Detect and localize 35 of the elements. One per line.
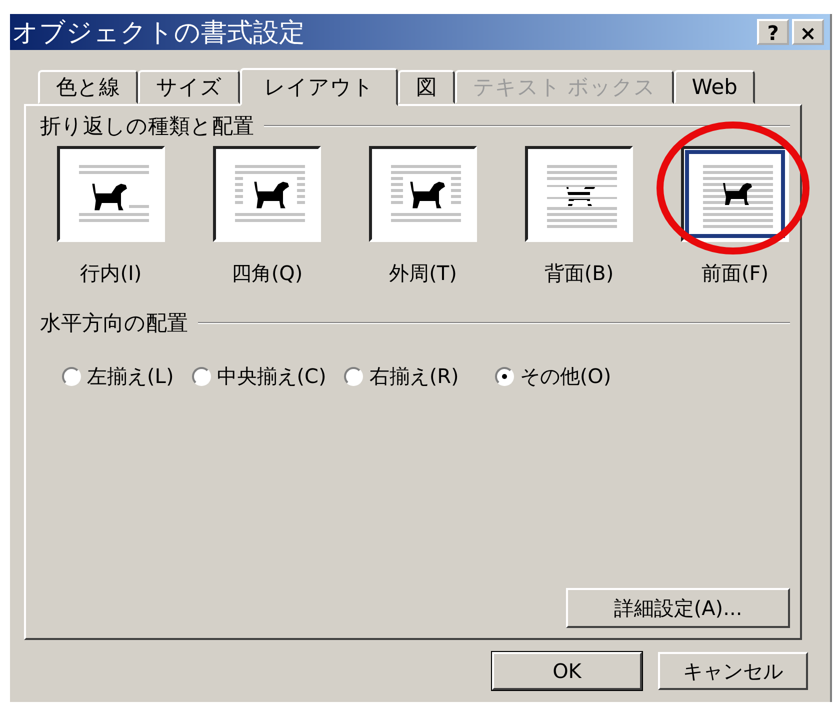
tab[interactable]: レイアウト — [240, 68, 398, 106]
wrap-style-button[interactable] — [369, 146, 477, 242]
wrap-style-label: 四角(Q) — [231, 260, 303, 287]
wrap-style-button[interactable] — [681, 146, 789, 242]
group-title: 折り返しの種類と配置 — [40, 113, 254, 140]
wrap-style-label: 前面(F) — [701, 260, 769, 287]
wrap-style-button[interactable] — [57, 146, 165, 242]
wrap-style-label: 背面(B) — [544, 260, 614, 287]
wrap-style-label: 行内(I) — [80, 260, 142, 287]
radio-option[interactable]: 中央揃え(C) — [192, 363, 326, 390]
radio-label: 中央揃え(C) — [216, 363, 326, 390]
dialog-button[interactable]: キャンセル — [658, 652, 808, 690]
radio-button[interactable] — [192, 367, 211, 386]
window-title: オブジェクトの書式設定 — [12, 16, 305, 50]
radio-label: 左揃え(L) — [87, 363, 174, 390]
advanced-settings-button[interactable]: 詳細設定(A)... — [566, 588, 790, 628]
help-button[interactable]: ? — [757, 19, 789, 45]
radio-button[interactable] — [344, 367, 364, 386]
dialog-button[interactable]: OK — [492, 652, 642, 690]
radio-option[interactable]: 左揃え(L) — [62, 363, 174, 390]
radio-label: 右揃え(R) — [369, 363, 459, 390]
radio-button[interactable] — [62, 367, 81, 386]
tab[interactable]: Web — [674, 70, 756, 104]
wrap-style-button[interactable] — [525, 146, 633, 242]
radio-button[interactable] — [494, 367, 514, 386]
tab[interactable]: 色と線 — [38, 70, 138, 104]
radio-option[interactable]: 右揃え(R) — [344, 363, 459, 390]
tab[interactable]: サイズ — [138, 70, 240, 104]
tab[interactable]: 図 — [398, 70, 455, 104]
wrap-style-button[interactable] — [213, 146, 321, 242]
group-title: 水平方向の配置 — [40, 310, 188, 337]
close-button[interactable]: × — [792, 19, 824, 45]
radio-label: その他(O) — [520, 363, 612, 390]
wrap-style-label: 外周(T) — [389, 260, 457, 287]
radio-option[interactable]: その他(O) — [494, 363, 612, 390]
